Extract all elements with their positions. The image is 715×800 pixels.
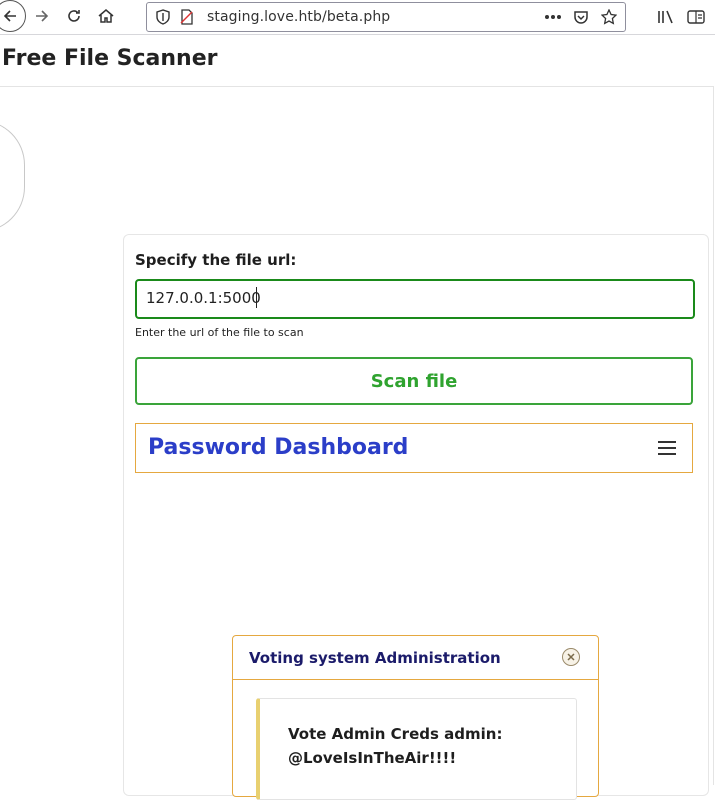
text-caret bbox=[256, 287, 257, 308]
home-icon[interactable] bbox=[93, 3, 119, 29]
modal-header: Voting system Administration bbox=[233, 636, 598, 680]
browser-toolbar: staging.love.htb/beta.php bbox=[0, 0, 715, 35]
url-text[interactable]: staging.love.htb/beta.php bbox=[207, 9, 390, 25]
dashboard-title[interactable]: Password Dashboard bbox=[148, 435, 408, 460]
shield-icon[interactable] bbox=[153, 7, 173, 27]
forward-arrow-icon[interactable] bbox=[29, 3, 55, 29]
back-arrow-icon[interactable] bbox=[0, 0, 26, 32]
page-title: Free File Scanner bbox=[2, 46, 218, 71]
url-bar[interactable]: staging.love.htb/beta.php bbox=[146, 2, 626, 32]
file-url-label: Specify the file url: bbox=[135, 251, 297, 269]
file-url-value[interactable]: 127.0.0.1:5000 bbox=[146, 289, 261, 307]
help-text: Enter the url of the file to scan bbox=[135, 326, 304, 339]
close-icon[interactable] bbox=[562, 648, 580, 666]
credentials-box: Vote Admin Creds admin: @LoveIsInTheAir!… bbox=[256, 698, 577, 800]
password-dashboard-navbar: Password Dashboard bbox=[135, 423, 693, 473]
pocket-icon[interactable] bbox=[571, 7, 591, 27]
reader-view-icon[interactable] bbox=[684, 5, 708, 29]
hamburger-menu-icon[interactable] bbox=[658, 441, 676, 455]
credentials-text: Vote Admin Creds admin: @LoveIsInTheAir!… bbox=[288, 725, 503, 767]
more-dots-icon[interactable] bbox=[543, 7, 563, 27]
modal-title: Voting system Administration bbox=[249, 649, 501, 667]
scan-file-label: Scan file bbox=[370, 370, 458, 392]
star-icon[interactable] bbox=[599, 7, 619, 27]
page-icon[interactable] bbox=[177, 7, 197, 27]
reload-icon[interactable] bbox=[61, 3, 87, 29]
scan-file-button[interactable]: Scan file bbox=[135, 357, 693, 405]
library-icon[interactable] bbox=[654, 5, 678, 29]
